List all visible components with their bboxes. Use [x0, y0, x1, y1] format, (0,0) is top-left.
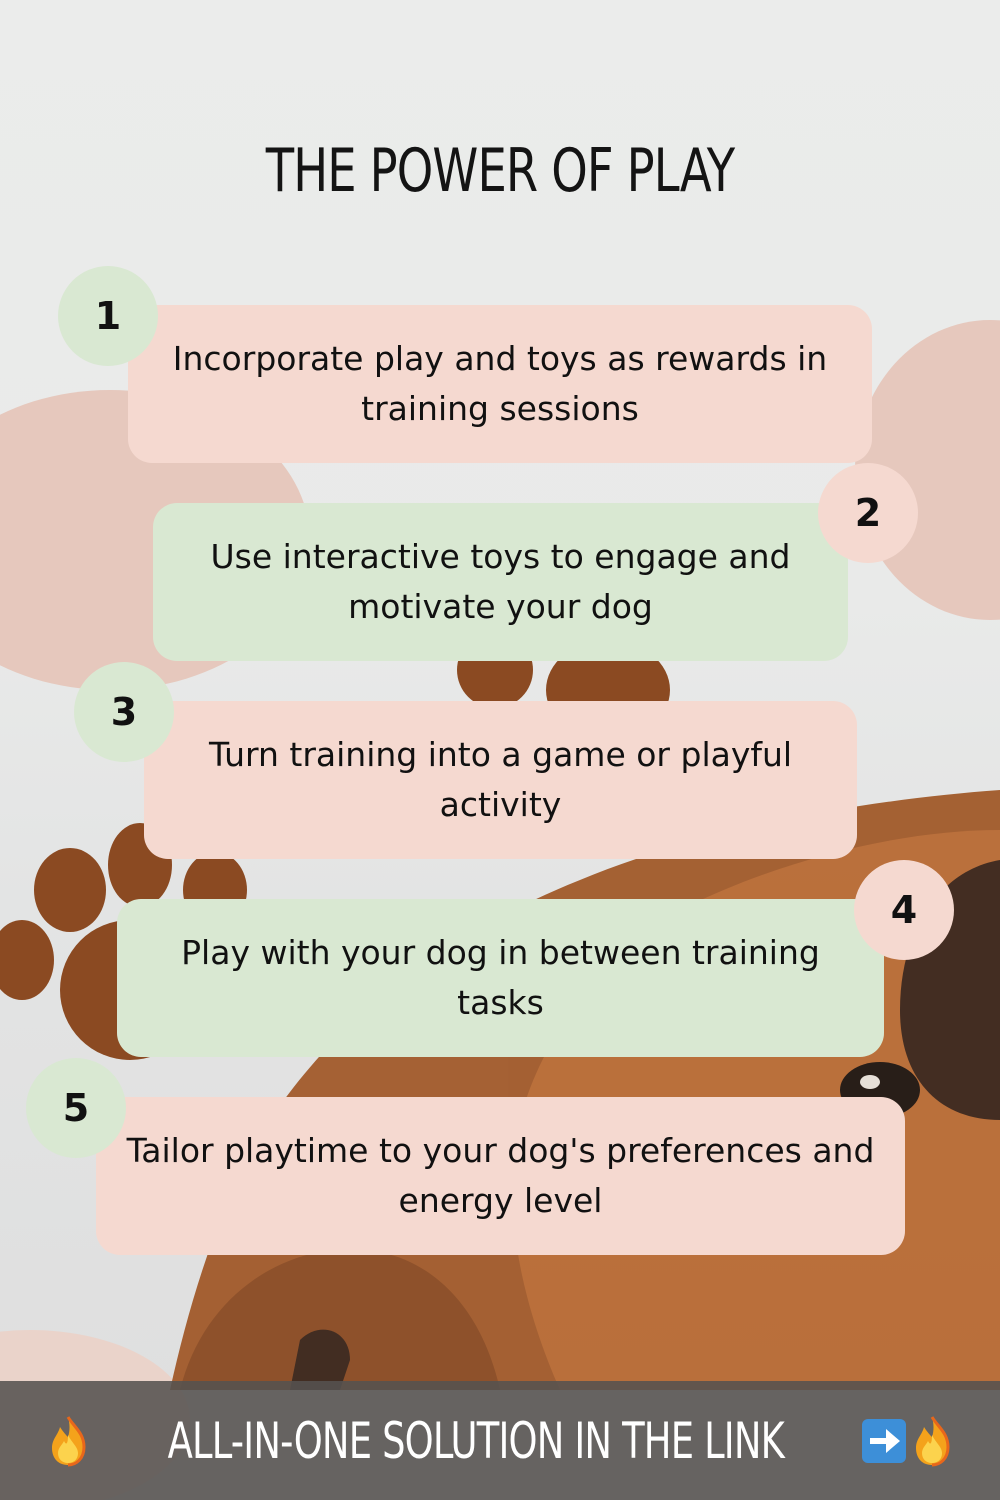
- footer-banner[interactable]: ALL-IN-ONE SOLUTION IN THE LINK: [0, 1381, 1000, 1500]
- tip-number-badge-2: 2: [818, 463, 918, 563]
- fire-icon: [52, 1415, 86, 1466]
- tip-number-badge-1: 1: [58, 266, 158, 366]
- tip-text-1: Incorporate play and toys as rewards in …: [172, 339, 828, 428]
- tip-card-5: Tailor playtime to your dog's preference…: [96, 1097, 905, 1255]
- tip-number-badge-4: 4: [854, 860, 954, 960]
- tip-text-3: Turn training into a game or playful act…: [208, 735, 793, 824]
- tip-number-badge-5: 5: [26, 1058, 126, 1158]
- tip-card-1: Incorporate play and toys as rewards in …: [128, 305, 872, 463]
- tip-text-4: Play with your dog in between training t…: [181, 933, 820, 1022]
- footer-link-text[interactable]: ALL-IN-ONE SOLUTION IN THE LINK: [168, 1412, 785, 1470]
- tip-text-5: Tailor playtime to your dog's preference…: [126, 1131, 875, 1220]
- tip-card-4: Play with your dog in between training t…: [117, 899, 884, 1057]
- tip-number-badge-3: 3: [74, 662, 174, 762]
- arrow-right-icon: [861, 1418, 906, 1463]
- tip-card-3: Turn training into a game or playful act…: [144, 701, 857, 859]
- tip-text-2: Use interactive toys to engage and motiv…: [210, 537, 791, 626]
- fire-icon: [915, 1415, 950, 1466]
- page-title: THE POWER OF PLAY: [265, 136, 735, 207]
- tip-card-2: Use interactive toys to engage and motiv…: [153, 503, 848, 661]
